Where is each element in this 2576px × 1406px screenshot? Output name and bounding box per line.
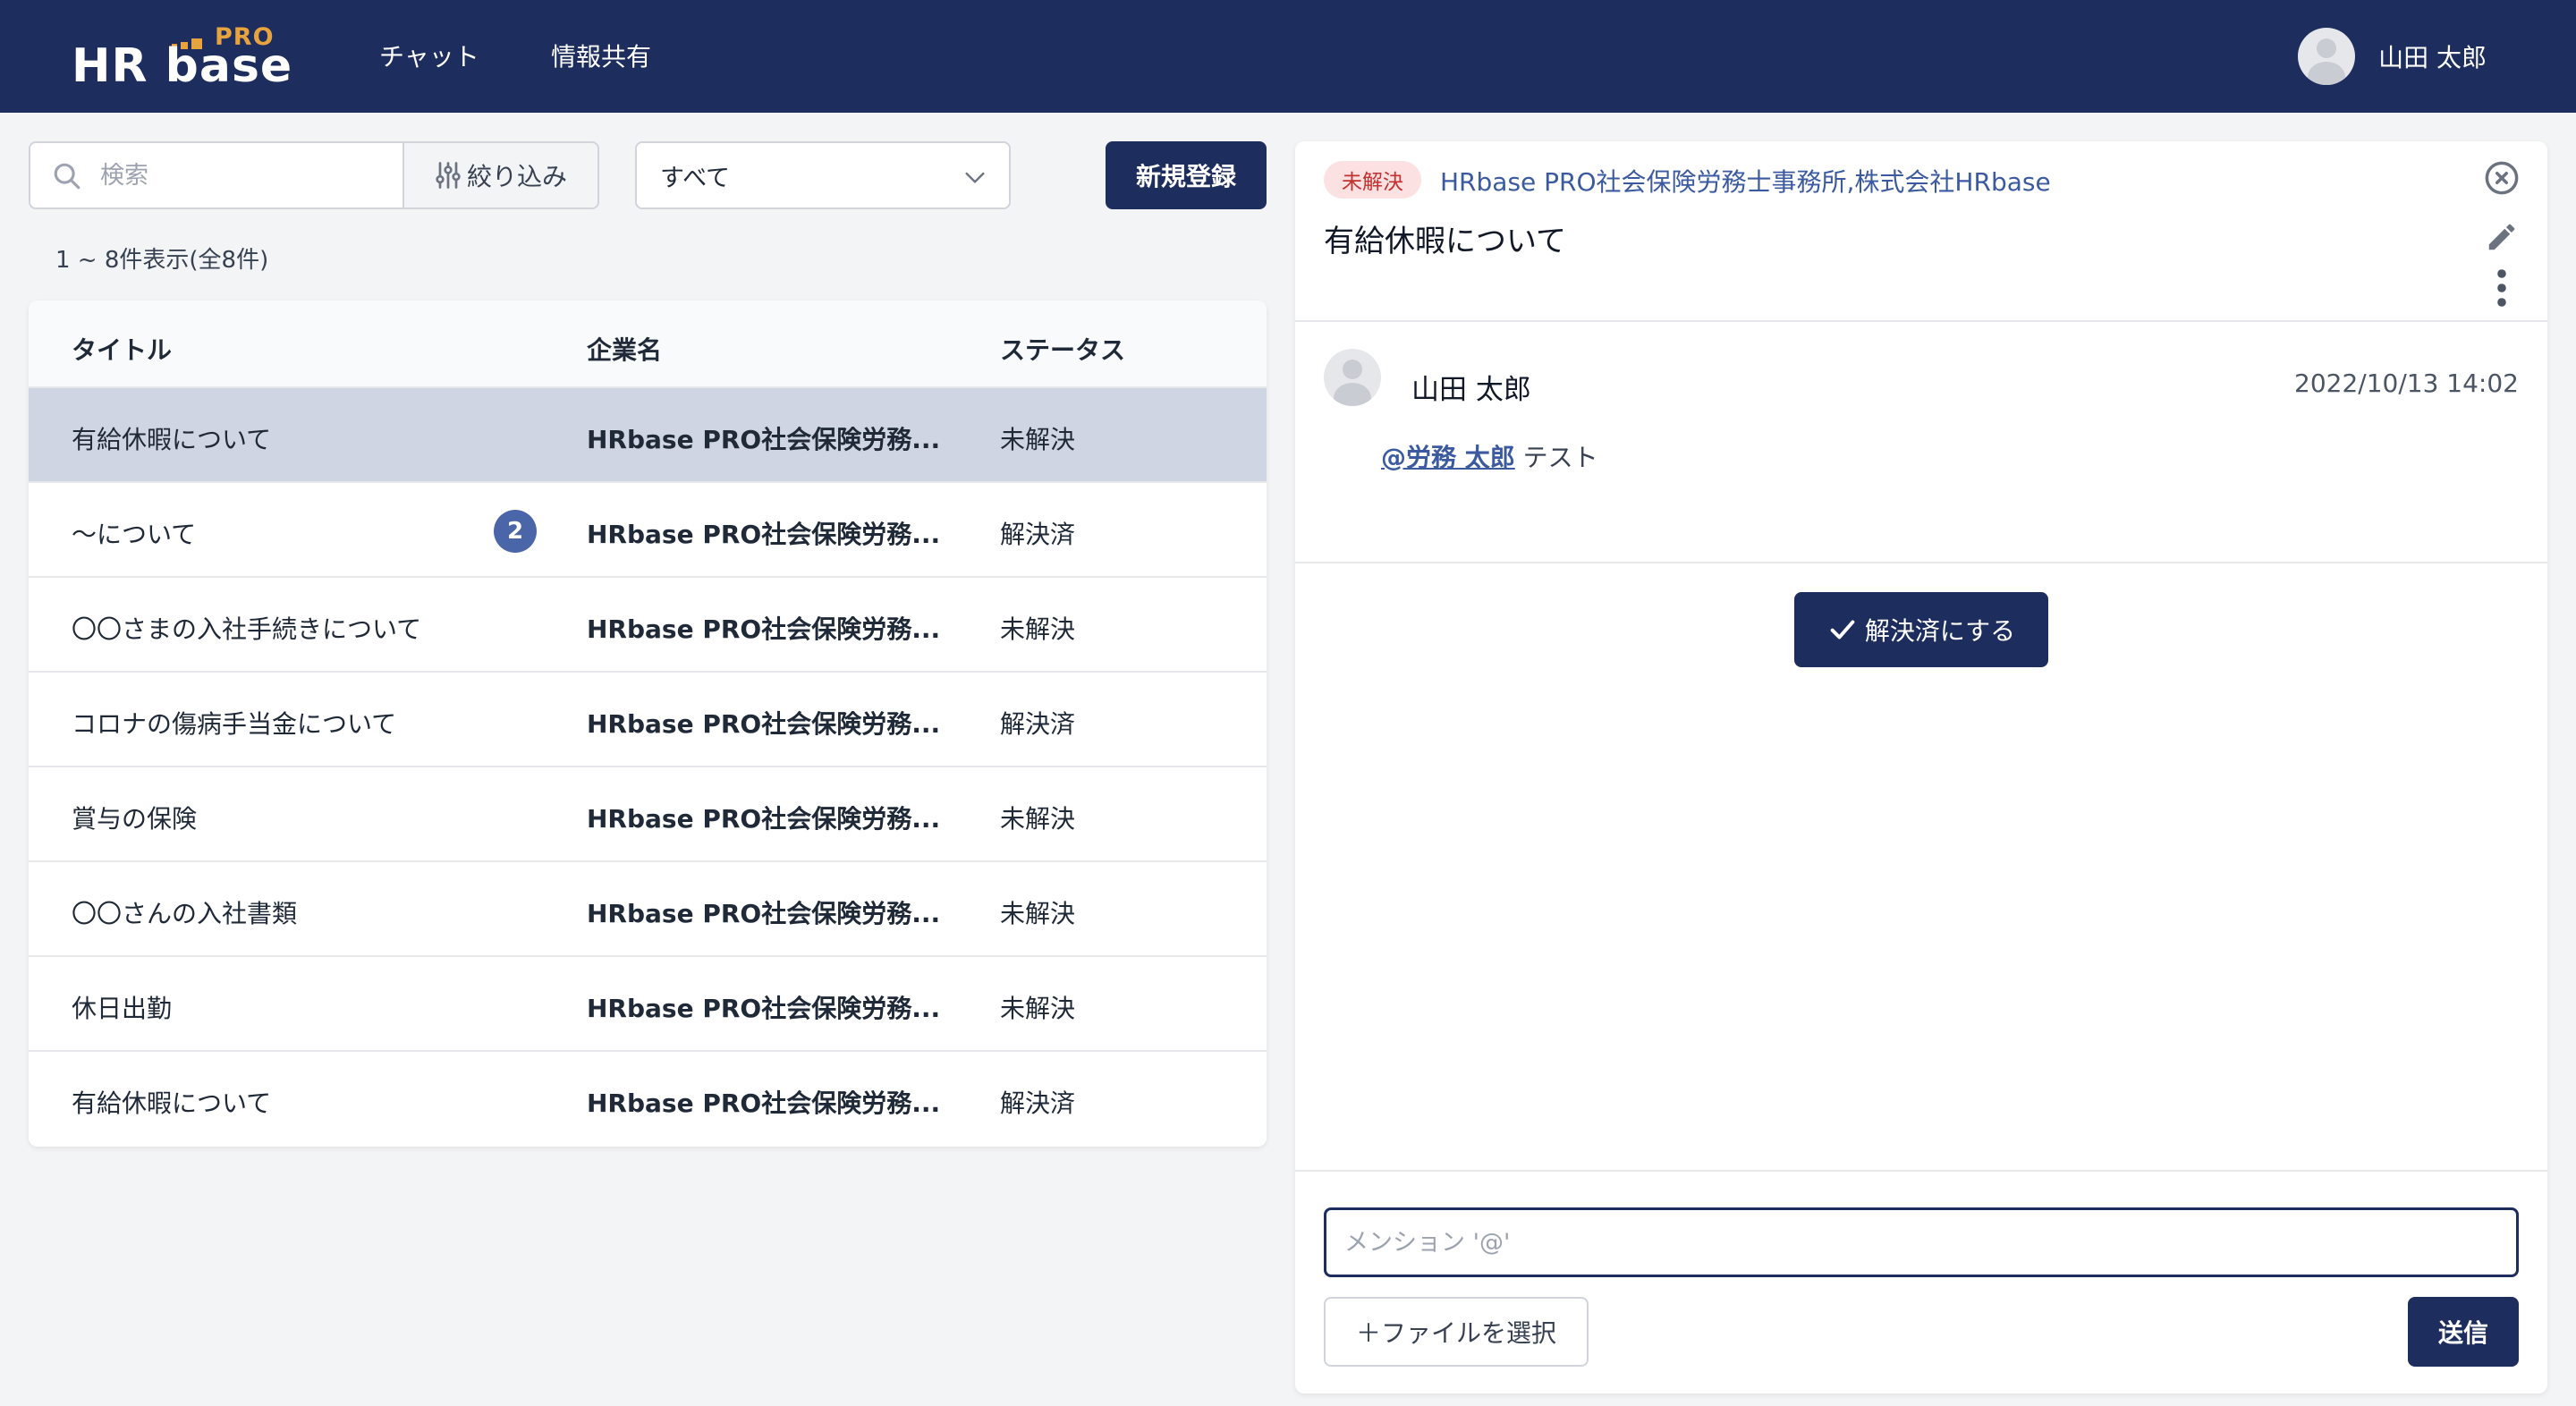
thread-detail-panel: 未解決 HRbase PRO社会保険労務士事務所,株式会社HRbase 有給休暇…: [1295, 141, 2547, 1393]
message-author: 山田 太郎: [1411, 374, 1531, 406]
row-company: HRbase PRO社会保険労務...: [587, 425, 941, 454]
row-title: 〇〇さまの入社手続きについて: [72, 614, 422, 644]
nav-chat[interactable]: チャット: [379, 38, 479, 73]
row-company: HRbase PRO社会保険労務...: [587, 1088, 941, 1118]
table-header: タイトル 企業名 ステータス: [29, 301, 1267, 388]
row-title: 有給休暇について: [72, 425, 272, 454]
column-header-title[interactable]: タイトル: [72, 331, 172, 367]
user-avatar-icon: [2298, 28, 2356, 85]
mark-resolved-button[interactable]: 解決済にする: [1794, 592, 2048, 667]
company-link[interactable]: HRbase PRO社会保険労務士事務所,株式会社HRbase: [1440, 163, 2051, 199]
row-status: 未解決: [1000, 425, 1076, 454]
user-name: 山田 太郎: [2378, 43, 2487, 72]
send-button[interactable]: 送信: [2408, 1297, 2519, 1367]
status-badge: 未解決: [1324, 161, 1421, 199]
row-title: 賞与の保険: [72, 804, 198, 834]
close-circle-icon[interactable]: [2483, 159, 2521, 197]
column-header-status[interactable]: ステータス: [1000, 331, 1125, 367]
message-text: テスト: [1514, 443, 1598, 472]
column-header-company[interactable]: 企業名: [587, 331, 662, 367]
table-row[interactable]: 〜について 2 HRbase PRO社会保険労務... 解決済: [29, 483, 1267, 578]
row-status: 未解決: [1000, 994, 1076, 1023]
logo-main-text: HR base: [72, 39, 293, 93]
pencil-icon[interactable]: [2485, 220, 2519, 254]
row-company: HRbase PRO社会保険労務...: [587, 520, 941, 549]
search-input[interactable]: [100, 157, 386, 193]
table-row[interactable]: 休日出勤 HRbase PRO社会保険労務... 未解決: [29, 957, 1267, 1052]
filter-label: 絞り込み: [466, 162, 567, 191]
row-company: HRbase PRO社会保険労務...: [587, 804, 941, 834]
filter-sliders-icon: [436, 162, 461, 189]
row-status: 未解決: [1000, 899, 1076, 928]
status-select-value: すべて: [660, 164, 731, 192]
thread-table: タイトル 企業名 ステータス 有給休暇について HRbase PRO社会保険労務…: [29, 301, 1267, 1147]
select-file-button[interactable]: ＋ファイルを選択: [1324, 1297, 1589, 1367]
result-count: 1 ~ 8件表示(全8件): [55, 247, 269, 274]
table-row[interactable]: コロナの傷病手当金について HRbase PRO社会保険労務... 解決済: [29, 673, 1267, 767]
mention-link[interactable]: @労務 太郎: [1381, 443, 1515, 472]
row-title: 休日出勤: [72, 994, 173, 1023]
mark-resolved-label: 解決済にする: [1864, 616, 2016, 646]
row-company: HRbase PRO社会保険労務...: [587, 614, 941, 644]
more-vertical-icon[interactable]: [2494, 267, 2510, 309]
row-company: HRbase PRO社会保険労務...: [587, 899, 941, 928]
check-icon: [1830, 620, 1855, 639]
nav-info-share[interactable]: 情報共有: [551, 38, 651, 73]
table-row[interactable]: 有給休暇について HRbase PRO社会保険労務... 未解決: [29, 388, 1267, 483]
row-company: HRbase PRO社会保険労務...: [587, 994, 941, 1023]
new-register-button[interactable]: 新規登録: [1106, 141, 1267, 209]
search-icon: [54, 163, 80, 190]
row-title: 〜について: [72, 520, 197, 549]
filter-button[interactable]: 絞り込み: [402, 141, 599, 209]
user-menu[interactable]: 山田 太郎: [2298, 27, 2487, 86]
unread-count-badge: 2: [494, 510, 537, 553]
thread-title: 有給休暇について: [1324, 224, 1566, 259]
row-company: HRbase PRO社会保険労務...: [587, 709, 941, 739]
status-select[interactable]: すべて: [635, 141, 1011, 209]
table-row[interactable]: 〇〇さんの入社書類 HRbase PRO社会保険労務... 未解決: [29, 862, 1267, 957]
row-title: 有給休暇について: [72, 1088, 272, 1118]
row-status: 未解決: [1000, 614, 1076, 644]
message-body: @労務 太郎 テスト: [1381, 438, 1598, 474]
message-avatar-icon: [1324, 349, 1381, 406]
table-row[interactable]: 有給休暇について HRbase PRO社会保険労務... 解決済: [29, 1052, 1267, 1147]
message-timestamp: 2022/10/13 14:02: [2294, 368, 2519, 398]
row-status: 未解決: [1000, 804, 1076, 834]
top-header: PRO HR base チャット 情報共有 山田 太郎: [0, 0, 2576, 113]
divider: [1295, 1170, 2547, 1172]
row-title: コロナの傷病手当金について: [72, 709, 397, 739]
row-title: 〇〇さんの入社書類: [72, 899, 298, 928]
search-box: [29, 141, 404, 209]
chevron-down-icon: [965, 172, 985, 183]
divider: [1295, 320, 2547, 322]
divider: [1295, 562, 2547, 563]
row-status: 解決済: [1000, 709, 1076, 739]
hrbase-pro-logo[interactable]: PRO HR base: [72, 23, 292, 93]
table-row[interactable]: 賞与の保険 HRbase PRO社会保険労務... 未解決: [29, 767, 1267, 862]
table-row[interactable]: 〇〇さまの入社手続きについて HRbase PRO社会保険労務... 未解決: [29, 578, 1267, 673]
row-status: 解決済: [1000, 520, 1076, 549]
message-input[interactable]: [1324, 1207, 2519, 1277]
row-status: 解決済: [1000, 1088, 1076, 1118]
